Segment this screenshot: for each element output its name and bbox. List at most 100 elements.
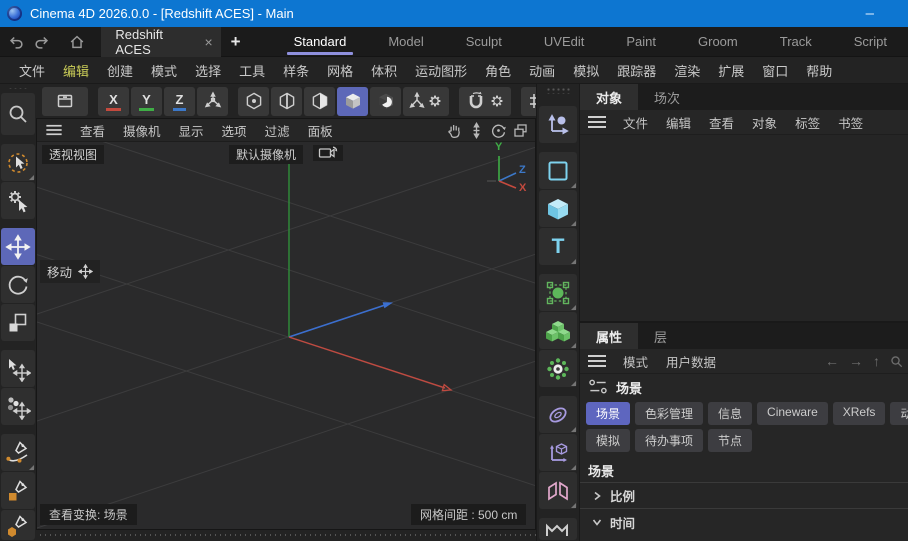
menu-mograph[interactable]: 运动图形 [406,61,476,80]
viewport-menu-display[interactable]: 显示 [170,121,213,140]
layout-tab-standard[interactable]: Standard [273,27,368,57]
menu-edit[interactable]: 编辑 [54,61,98,80]
spline-arc-tool[interactable] [1,510,35,540]
history-back-icon[interactable]: ← [820,353,844,369]
layout-tab-groom[interactable]: Groom [677,27,759,57]
close-tab-icon[interactable]: × [204,34,212,50]
dolly-icon[interactable] [465,120,487,140]
history-forward-icon[interactable]: → [844,353,868,369]
camera-label[interactable]: 默认摄像机 [229,145,303,164]
om-menu-bookmarks[interactable]: 书签 [829,113,872,132]
tab-attributes[interactable]: 属性 [580,323,638,349]
menu-file[interactable]: 文件 [10,61,54,80]
category-info[interactable]: 信息 [708,402,752,425]
axis-modification-button[interactable] [403,87,449,116]
menu-create[interactable]: 创建 [98,61,142,80]
camera-swap-icon[interactable] [313,145,343,161]
category-simulation[interactable]: 模拟 [586,429,630,452]
lock-z-axis-button[interactable]: Z [164,87,195,116]
snap-settings-button[interactable] [459,87,511,116]
menu-mode[interactable]: 模式 [142,61,186,80]
menu-select[interactable]: 选择 [186,61,230,80]
undo-icon[interactable] [6,32,26,52]
volume-builder-button[interactable] [539,312,577,349]
am-menu-user-data[interactable]: 用户数据 [657,352,725,371]
symmetry-button[interactable] [539,472,577,509]
menu-render[interactable]: 渲染 [665,61,709,80]
multi-transform-tool[interactable] [1,388,35,425]
pan-hand-icon[interactable] [443,120,465,140]
tab-takes[interactable]: 场次 [638,84,696,110]
layout-tab-paint[interactable]: Paint [605,27,677,57]
viewport-hamburger-icon[interactable] [46,125,61,135]
text-object-button[interactable]: T [539,228,577,265]
rotate-tool[interactable] [1,266,35,303]
polygons-mode-button[interactable] [304,87,335,116]
om-menu-file[interactable]: 文件 [614,113,657,132]
timeline-ruler[interactable] [36,530,536,541]
menu-tracker[interactable]: 跟踪器 [608,61,665,80]
category-todo[interactable]: 待办事项 [635,429,703,452]
selection-move-tool[interactable] [1,350,35,387]
viewport-menu-view[interactable]: 查看 [71,121,114,140]
menu-spline[interactable]: 样条 [274,61,318,80]
menu-animate[interactable]: 动画 [520,61,564,80]
viewport[interactable]: 查看 摄像机 显示 选项 过滤 面板 [36,118,536,530]
viewport-menu-options[interactable]: 选项 [213,121,256,140]
layout-tab-track[interactable]: Track [759,27,833,57]
redo-icon[interactable] [32,32,52,52]
move-tool[interactable] [1,228,35,265]
spline-pen-tool[interactable] [1,434,35,471]
orbit-icon[interactable] [487,120,509,140]
viewport-menu-cameras[interactable]: 摄像机 [114,121,170,140]
null-object-button[interactable] [539,106,577,143]
group-time[interactable]: 时间 [580,509,908,535]
menu-volume[interactable]: 体积 [362,61,406,80]
texture-mode-button[interactable] [370,87,401,116]
tab-objects[interactable]: 对象 [580,84,638,110]
am-menu-mode[interactable]: 模式 [614,352,657,371]
parent-up-icon[interactable]: ↑ [868,353,885,369]
category-nodes[interactable]: 节点 [708,429,752,452]
menu-tools[interactable]: 工具 [230,61,274,80]
category-color-management[interactable]: 色彩管理 [635,402,703,425]
primitive-cube-button[interactable] [539,190,577,227]
tab-layers[interactable]: 层 [638,323,683,349]
minimize-button[interactable]: – [858,0,882,27]
scale-tool[interactable] [1,304,35,341]
tweak-tool[interactable] [1,182,35,219]
workplane-button[interactable] [42,87,88,116]
search-commander-button[interactable] [1,93,35,135]
instance-button[interactable] [539,434,577,471]
live-selection-tool[interactable] [1,144,35,181]
viewport-menu-filter[interactable]: 过滤 [256,121,299,140]
palette-drag-handle[interactable] [545,86,571,94]
layout-tab-uvedit[interactable]: UVEdit [523,27,605,57]
points-mode-button[interactable] [238,87,269,116]
menu-simulate[interactable]: 模拟 [564,61,608,80]
category-animation[interactable]: 动画 [890,402,908,425]
coordinate-system-button[interactable] [197,87,228,116]
menu-help[interactable]: 帮助 [797,61,841,80]
subdivision-surface-button[interactable] [539,274,577,311]
menu-mesh[interactable]: 网格 [318,61,362,80]
field-button[interactable] [539,518,577,540]
palette-drag-handle[interactable] [7,86,29,89]
layout-tab-model[interactable]: Model [367,27,444,57]
menu-extensions[interactable]: 扩展 [709,61,753,80]
view-type-label[interactable]: 透视视图 [42,145,104,164]
category-scene[interactable]: 场景 [586,402,630,425]
spline-primitive-button[interactable] [539,152,577,189]
deformer-button[interactable] [539,396,577,433]
document-tab[interactable]: Redshift ACES × [101,27,220,57]
menu-character[interactable]: 角色 [476,61,520,80]
generator-button[interactable] [539,350,577,387]
category-cineware[interactable]: Cineware [757,402,828,425]
om-menu-view[interactable]: 查看 [700,113,743,132]
model-mode-button[interactable] [337,87,368,116]
category-xrefs[interactable]: XRefs [833,402,886,425]
group-scale[interactable]: 比例 [580,483,908,509]
layout-tab-script[interactable]: Script [833,27,908,57]
attribute-manager-hamburger-icon[interactable] [588,355,606,367]
maximize-view-icon[interactable] [509,120,531,140]
